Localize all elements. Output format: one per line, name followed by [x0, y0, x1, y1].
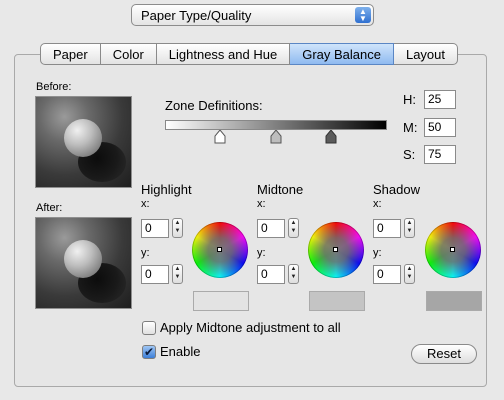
m-label: M: — [403, 120, 418, 135]
reset-button[interactable]: Reset — [411, 344, 477, 364]
enable-checkbox[interactable]: ✔ — [142, 345, 156, 359]
midtone-y-field[interactable]: 0 — [257, 265, 285, 284]
shadow-x-field[interactable]: 0 — [373, 219, 401, 238]
midtone-x-label: x: — [257, 198, 266, 210]
apply-midtone-label: Apply Midtone adjustment to all — [160, 320, 341, 335]
after-preview — [35, 217, 132, 309]
highlight-y-label: y: — [141, 247, 150, 259]
midtone-y-stepper[interactable]: ▲ ▼ — [288, 264, 299, 284]
before-preview — [35, 96, 132, 188]
popup-value: Paper Type/Quality — [141, 8, 252, 23]
highlight-x-label: x: — [141, 198, 150, 210]
after-label: After: — [36, 202, 63, 214]
highlight-title: Highlight — [141, 182, 192, 197]
m-field[interactable]: 50 — [424, 118, 456, 137]
midtone-x-field[interactable]: 0 — [257, 219, 285, 238]
zone-slider-track[interactable] — [165, 120, 387, 130]
highlight-swatch — [193, 291, 249, 311]
highlight-zone-thumb[interactable] — [214, 130, 226, 144]
highlight-x-field[interactable]: 0 — [141, 219, 169, 238]
highlight-y-stepper[interactable]: ▲ ▼ — [172, 264, 183, 284]
wheel-center-marker[interactable] — [217, 247, 222, 252]
midtone-swatch — [309, 291, 365, 311]
sphere-image — [64, 119, 102, 157]
tab-gray-balance[interactable]: Gray Balance — [290, 43, 394, 65]
tab-lightness-and-hue[interactable]: Lightness and Hue — [156, 43, 291, 65]
midtone-zone-thumb[interactable] — [270, 130, 282, 144]
s-label: S: — [403, 147, 416, 162]
h-label: H: — [403, 92, 416, 107]
midtone-title: Midtone — [257, 182, 304, 197]
wheel-center-marker[interactable] — [333, 247, 338, 252]
s-field[interactable]: 75 — [424, 145, 456, 164]
shadow-y-field[interactable]: 0 — [373, 265, 401, 284]
tab-bar: Paper Color Lightness and Hue Gray Balan… — [40, 43, 459, 65]
h-field[interactable]: 25 — [424, 90, 456, 109]
shadow-color-wheel[interactable] — [425, 222, 481, 278]
paper-type-popup[interactable]: Paper Type/Quality ▲ ▼ — [131, 4, 374, 26]
shadow-title: Shadow — [373, 182, 420, 197]
tab-layout[interactable]: Layout — [393, 43, 459, 65]
highlight-x-stepper[interactable]: ▲ ▼ — [172, 218, 183, 238]
enable-label: Enable — [160, 344, 201, 359]
checkmark-icon: ✔ — [143, 345, 155, 359]
tab-color[interactable]: Color — [100, 43, 157, 65]
shadow-y-stepper[interactable]: ▲ ▼ — [404, 264, 415, 284]
zone-definitions-label: Zone Definitions: — [165, 98, 263, 113]
shadow-x-label: x: — [373, 198, 382, 210]
shadow-zone-thumb[interactable] — [325, 130, 337, 144]
shadow-x-stepper[interactable]: ▲ ▼ — [404, 218, 415, 238]
shadow-y-label: y: — [373, 247, 382, 259]
highlight-y-field[interactable]: 0 — [141, 265, 169, 284]
midtone-y-label: y: — [257, 247, 266, 259]
before-label: Before: — [36, 81, 72, 93]
highlight-color-wheel[interactable] — [192, 222, 248, 278]
wheel-center-marker[interactable] — [450, 247, 455, 252]
tab-paper[interactable]: Paper — [40, 43, 101, 65]
midtone-x-stepper[interactable]: ▲ ▼ — [288, 218, 299, 238]
midtone-color-wheel[interactable] — [308, 222, 364, 278]
updown-arrows-icon: ▲ ▼ — [355, 7, 371, 23]
apply-midtone-checkbox[interactable] — [142, 321, 156, 335]
sphere-image — [64, 240, 102, 278]
shadow-swatch — [426, 291, 482, 311]
